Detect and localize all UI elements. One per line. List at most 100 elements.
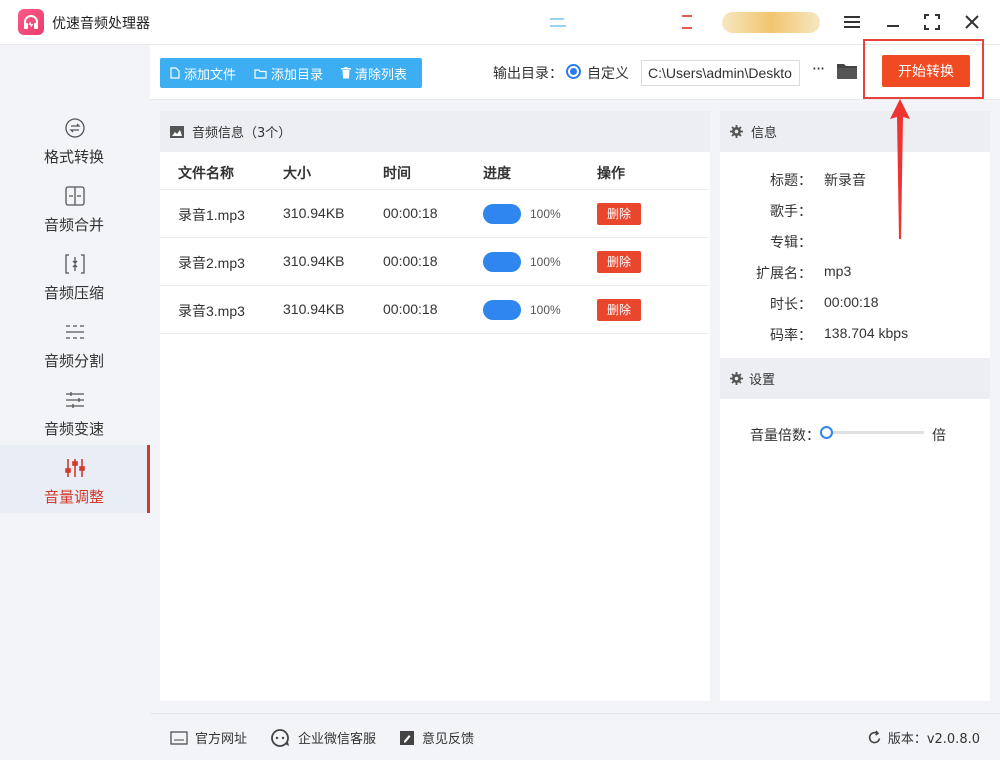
feedback-label: 意见反馈 <box>422 732 475 747</box>
column-header-action: 操作 <box>597 166 625 182</box>
menu-icon[interactable] <box>840 10 864 34</box>
vip-badge[interactable] <box>722 12 820 33</box>
info-value-duration: 00:00:18 <box>824 294 879 310</box>
progress-percent: 100% <box>530 255 561 269</box>
file-size: 310.94KB <box>283 301 345 317</box>
info-duration-row: 时长： 00:00:18 <box>720 294 990 314</box>
volume-slider-handle[interactable] <box>820 426 833 439</box>
column-header-filename: 文件名称 <box>178 166 234 182</box>
column-header-time: 时间 <box>383 166 411 182</box>
volume-slider[interactable] <box>820 426 924 439</box>
volume-multiplier-label: 音量倍数： <box>750 428 820 444</box>
file-action-group: 添加文件 添加目录 清除列表 <box>160 58 422 88</box>
table-row[interactable]: 录音1.mp3 310.94KB 00:00:18 100% 删除 <box>160 190 710 238</box>
custom-output-radio[interactable] <box>566 64 581 79</box>
info-key-duration: 时长： <box>770 297 812 313</box>
minimize-icon[interactable] <box>881 10 905 34</box>
file-name: 录音3.mp3 <box>178 303 245 319</box>
sidebar-item-label: 音频变速 <box>43 420 104 438</box>
volume-unit-label: 倍 <box>932 428 946 444</box>
file-duration: 00:00:18 <box>383 301 438 317</box>
sidebar-item-label: 音频分割 <box>43 352 104 370</box>
file-name: 录音1.mp3 <box>178 207 245 223</box>
info-key-artist: 歌手： <box>770 204 812 220</box>
speed-icon <box>66 392 84 408</box>
start-convert-button[interactable]: 开始转换 <box>882 55 970 87</box>
sidebar-item-split[interactable]: 音频分割 <box>0 309 150 377</box>
table-header: 文件名称 大小 时间 进度 操作 <box>160 152 710 190</box>
info-value-extension: mp3 <box>824 263 852 279</box>
column-header-progress: 进度 <box>483 166 511 182</box>
info-panel: 信息 标题： 新录音 歌手： 专辑： 扩展名： mp3 时长： 00:00:18… <box>720 111 990 701</box>
progress-bar <box>483 252 521 272</box>
volume-sliders-icon <box>65 459 85 477</box>
add-directory-button[interactable]: 添加目录 <box>244 58 331 88</box>
info-value-bitrate: 138.704 kbps <box>824 325 909 341</box>
file-icon <box>170 67 180 79</box>
delete-button[interactable]: 删除 <box>597 299 641 321</box>
settings-panel-title: 设置 <box>749 373 776 388</box>
promo-badge-icon[interactable] <box>548 14 568 30</box>
progress-bar <box>483 204 521 224</box>
info-artist-row: 歌手： <box>720 201 990 221</box>
official-website-link[interactable]: 官方网址 <box>170 728 247 747</box>
refresh-icon <box>868 730 881 744</box>
table-row[interactable]: 录音2.mp3 310.94KB 00:00:18 100% 删除 <box>160 238 710 286</box>
progress-percent: 100% <box>530 207 561 221</box>
file-duration: 00:00:18 <box>383 205 438 221</box>
chat-bubble-icon <box>271 728 289 747</box>
sidebar-item-speed[interactable]: 音频变速 <box>0 377 150 445</box>
output-path-input[interactable] <box>641 60 800 86</box>
table-row[interactable]: 录音3.mp3 310.94KB 00:00:18 100% 删除 <box>160 286 710 334</box>
version-info[interactable]: 版本：v2.0.8.0 <box>867 728 980 747</box>
output-directory-label: 输出目录： <box>493 66 563 82</box>
file-panel-title: 音频信息（3个） <box>192 126 292 141</box>
sidebar-item-format-convert[interactable]: 格式转换 <box>0 105 150 173</box>
maximize-icon[interactable] <box>920 10 944 34</box>
toolbar: 添加文件 添加目录 清除列表 输出目录： 自定义 ··· 开始转换 <box>150 39 1000 100</box>
feedback-link[interactable]: 意见反馈 <box>399 728 474 747</box>
website-icon <box>170 730 188 745</box>
delete-button[interactable]: 删除 <box>597 203 641 225</box>
app-title: 优速音频处理器 <box>52 16 150 32</box>
gear-icon <box>730 125 743 138</box>
add-file-button[interactable]: 添加文件 <box>160 58 244 88</box>
open-folder-icon[interactable] <box>836 61 858 81</box>
info-key-bitrate: 码率： <box>770 328 812 344</box>
file-duration: 00:00:18 <box>383 253 438 269</box>
info-bitrate-row: 码率： 138.704 kbps <box>720 325 990 345</box>
gift-icon[interactable] <box>680 13 694 31</box>
info-extension-row: 扩展名： mp3 <box>720 263 990 283</box>
close-icon[interactable] <box>960 10 984 34</box>
file-size: 310.94KB <box>283 205 345 221</box>
more-options-button[interactable]: ··· <box>808 61 828 81</box>
merge-icon <box>65 186 85 206</box>
image-icon <box>170 125 184 138</box>
sidebar-item-compress[interactable]: 音频压缩 <box>0 241 150 309</box>
progress-percent: 100% <box>530 303 561 317</box>
file-name: 录音2.mp3 <box>178 255 245 271</box>
add-file-label: 添加文件 <box>184 67 237 83</box>
trash-icon <box>341 67 352 79</box>
sidebar-item-volume[interactable]: 音量调整 <box>0 445 150 513</box>
annotation-arrow-icon <box>890 99 910 239</box>
info-panel-title: 信息 <box>751 126 778 141</box>
footer: 官方网址 企业微信客服 意见反馈 版本：v2.0.8.0 <box>150 713 1000 760</box>
sidebar-item-label: 音频合并 <box>43 216 104 234</box>
info-title-row: 标题： 新录音 <box>720 170 990 190</box>
format-convert-icon <box>65 118 85 138</box>
file-panel-header: 音频信息（3个） <box>160 111 710 152</box>
app-logo-icon <box>18 9 44 35</box>
column-header-size: 大小 <box>283 166 311 182</box>
split-icon <box>66 325 84 339</box>
info-key-album: 专辑： <box>770 235 812 251</box>
sidebar-item-label: 音频压缩 <box>43 284 104 302</box>
info-key-extension: 扩展名： <box>756 266 812 282</box>
clear-list-button[interactable]: 清除列表 <box>331 58 415 88</box>
sidebar-item-merge[interactable]: 音频合并 <box>0 173 150 241</box>
folder-outline-icon <box>254 68 267 79</box>
delete-button[interactable]: 删除 <box>597 251 641 273</box>
settings-panel-header: 设置 <box>720 358 990 399</box>
wechat-support-link[interactable]: 企业微信客服 <box>271 728 376 747</box>
add-directory-label: 添加目录 <box>271 67 324 83</box>
